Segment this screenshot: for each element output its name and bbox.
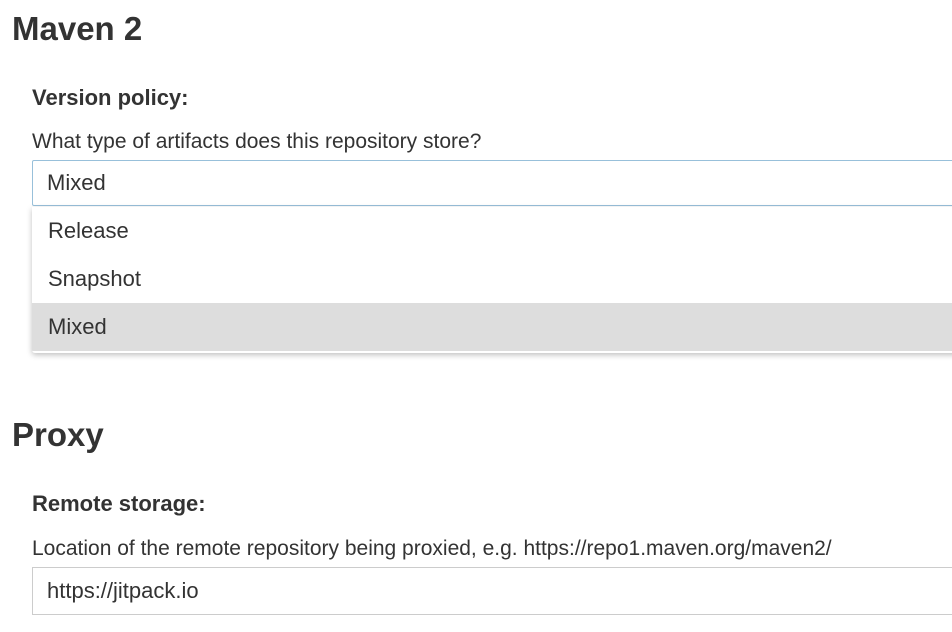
version-policy-option-snapshot[interactable]: Snapshot <box>32 255 952 303</box>
version-policy-option-release[interactable]: Release <box>32 207 952 255</box>
remote-storage-help: Location of the remote repository being … <box>32 537 832 560</box>
version-policy-dropdown: Release Snapshot Mixed <box>32 207 952 353</box>
repository-settings-page: Maven 2 Version policy: What type of art… <box>0 0 952 632</box>
version-policy-label: Version policy: <box>32 85 189 110</box>
remote-storage-label: Remote storage: <box>32 491 206 516</box>
maven-section-title: Maven 2 <box>12 10 143 47</box>
proxy-section-title: Proxy <box>12 416 104 453</box>
version-policy-help: What type of artifacts does this reposit… <box>32 130 482 153</box>
version-policy-option-mixed[interactable]: Mixed <box>32 303 952 351</box>
remote-storage-input[interactable]: https://jitpack.io <box>32 567 952 615</box>
version-policy-select[interactable]: Mixed <box>32 160 952 206</box>
